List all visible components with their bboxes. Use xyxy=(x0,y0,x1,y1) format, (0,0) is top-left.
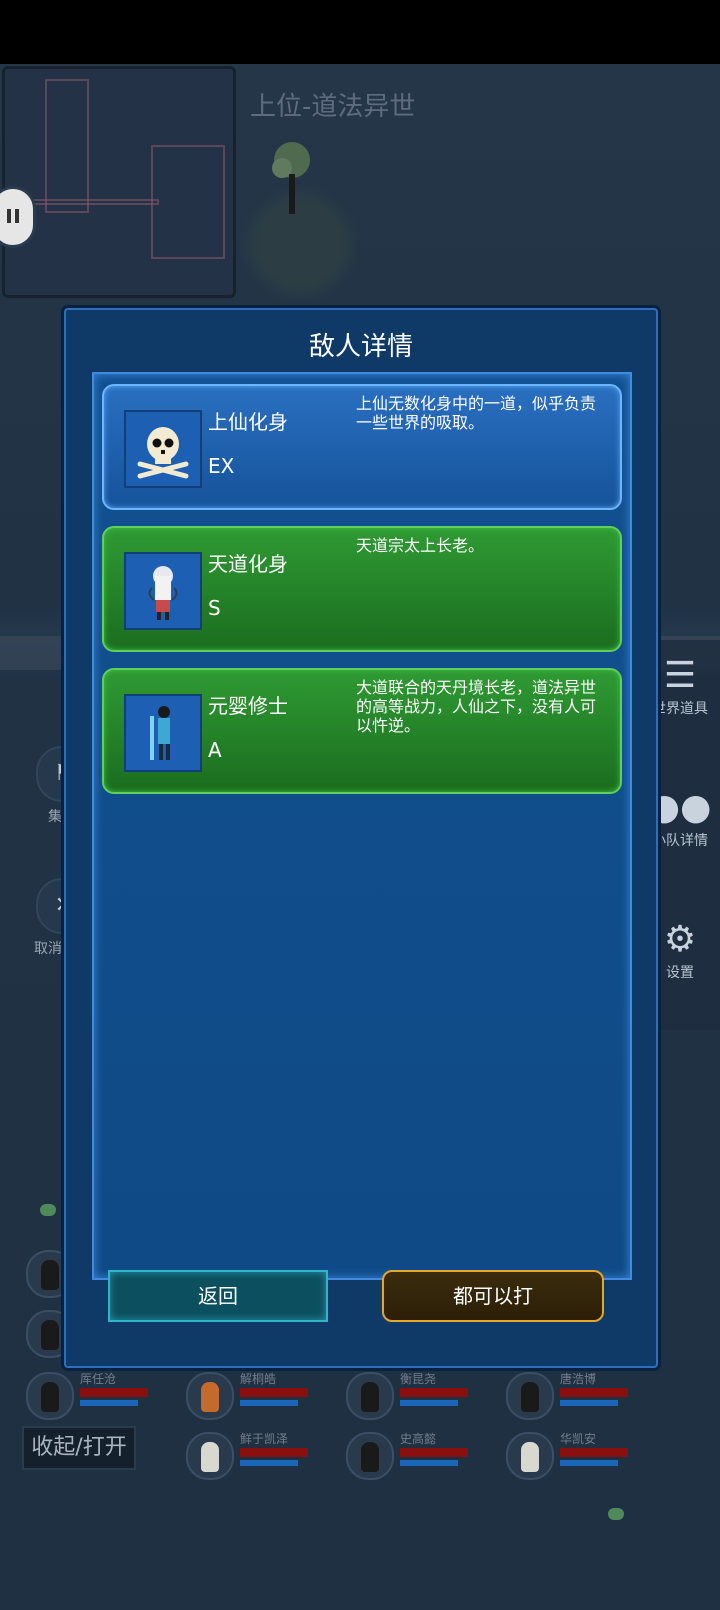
hp-bar xyxy=(400,1448,468,1457)
side-item-label: 小队详情 xyxy=(652,833,708,849)
enemy-rank: EX xyxy=(208,454,235,478)
enemy-list[interactable]: 上仙化身 EX 上仙无数化身中的一道，似乎负责一些世界的吸取。 天道化身 S 天… xyxy=(92,372,632,1280)
minimap-wall xyxy=(151,145,225,259)
mp-bar xyxy=(400,1400,458,1406)
fight-all-button[interactable]: 都可以打 xyxy=(382,1270,604,1322)
enemy-card[interactable]: 天道化身 S 天道宗太上长老。 xyxy=(102,526,622,652)
party-avatar[interactable] xyxy=(346,1372,394,1420)
skull-icon xyxy=(137,427,189,479)
mp-bar xyxy=(560,1400,618,1406)
loot-drop[interactable] xyxy=(608,1508,624,1520)
member-name: 衡昆尧 xyxy=(400,1372,437,1386)
hp-bar xyxy=(240,1388,308,1397)
party-avatar[interactable] xyxy=(506,1432,554,1480)
side-item-label: 设置 xyxy=(666,965,694,981)
enemy-description: 上仙无数化身中的一道，似乎负责一些世界的吸取。 xyxy=(356,394,597,432)
gather-label: 集 xyxy=(48,809,62,825)
hp-bar xyxy=(560,1448,628,1457)
enemy-description: 大道联合的天丹境长老，道法异世的高等战力，人仙之下，没有人可以忤逆。 xyxy=(356,678,597,735)
mp-bar xyxy=(400,1460,458,1466)
party-avatar[interactable] xyxy=(186,1432,234,1480)
tree-sprite xyxy=(272,142,310,214)
enemy-card[interactable]: 元婴修士 A 大道联合的天丹境长老，道法异世的高等战力，人仙之下，没有人可以忤逆… xyxy=(102,668,622,794)
member-name: 解桐皓 xyxy=(240,1372,277,1386)
member-name: 厍任沧 xyxy=(80,1372,117,1386)
cancel-label: 取消 xyxy=(34,941,62,957)
hp-bar xyxy=(240,1448,308,1457)
minimap[interactable] xyxy=(2,66,236,298)
party-avatar[interactable] xyxy=(186,1372,234,1420)
enemy-description: 天道宗太上长老。 xyxy=(356,536,485,555)
member-name: 华凯安 xyxy=(560,1432,597,1446)
hp-bar xyxy=(80,1388,148,1397)
pause-icon xyxy=(7,209,11,223)
enemy-details-dialog: 敌人详情 上仙化身 EX 上仙无数化身中的一道，似乎负责一些世界的吸取。 天道化… xyxy=(64,308,658,1368)
map-title: 上位-道法异世 xyxy=(250,92,416,122)
enemy-name: 上仙化身 xyxy=(208,410,288,434)
back-button[interactable]: 返回 xyxy=(108,1270,328,1322)
mp-bar xyxy=(80,1400,138,1406)
pause-icon xyxy=(15,209,19,223)
collapse-toggle-button[interactable]: 收起/打开 xyxy=(22,1426,136,1470)
pause-button[interactable] xyxy=(0,186,36,248)
enemy-card[interactable]: 上仙化身 EX 上仙无数化身中的一道，似乎负责一些世界的吸取。 xyxy=(102,384,622,510)
minimap-wall xyxy=(15,199,159,205)
minimap-wall xyxy=(45,79,89,213)
hp-bar xyxy=(400,1388,468,1397)
enemy-portrait xyxy=(124,552,202,630)
loot-drop[interactable] xyxy=(40,1204,56,1216)
enemy-name: 天道化身 xyxy=(208,552,288,576)
blue-robe-cultivator-portrait xyxy=(150,706,170,760)
enemy-name: 元婴修士 xyxy=(208,694,288,718)
white-hair-girl-portrait xyxy=(148,566,178,620)
enemy-portrait xyxy=(124,410,202,488)
enemy-rank: S xyxy=(208,596,221,620)
member-name: 史高懿 xyxy=(400,1432,437,1446)
enemy-rank: A xyxy=(208,738,222,762)
party-avatar[interactable] xyxy=(26,1372,74,1420)
party-avatar[interactable] xyxy=(506,1372,554,1420)
side-item-label: 世界道具 xyxy=(652,701,708,717)
mp-bar xyxy=(240,1400,298,1406)
enemy-portrait xyxy=(124,694,202,772)
mp-bar xyxy=(560,1460,618,1466)
party-avatar[interactable] xyxy=(346,1432,394,1480)
mp-bar xyxy=(240,1460,298,1466)
status-bar xyxy=(0,0,720,64)
dialog-title: 敌人详情 xyxy=(308,332,413,362)
member-name: 鲜于凯泽 xyxy=(240,1432,289,1446)
member-name: 唐浩博 xyxy=(560,1372,597,1386)
hp-bar xyxy=(560,1388,628,1397)
